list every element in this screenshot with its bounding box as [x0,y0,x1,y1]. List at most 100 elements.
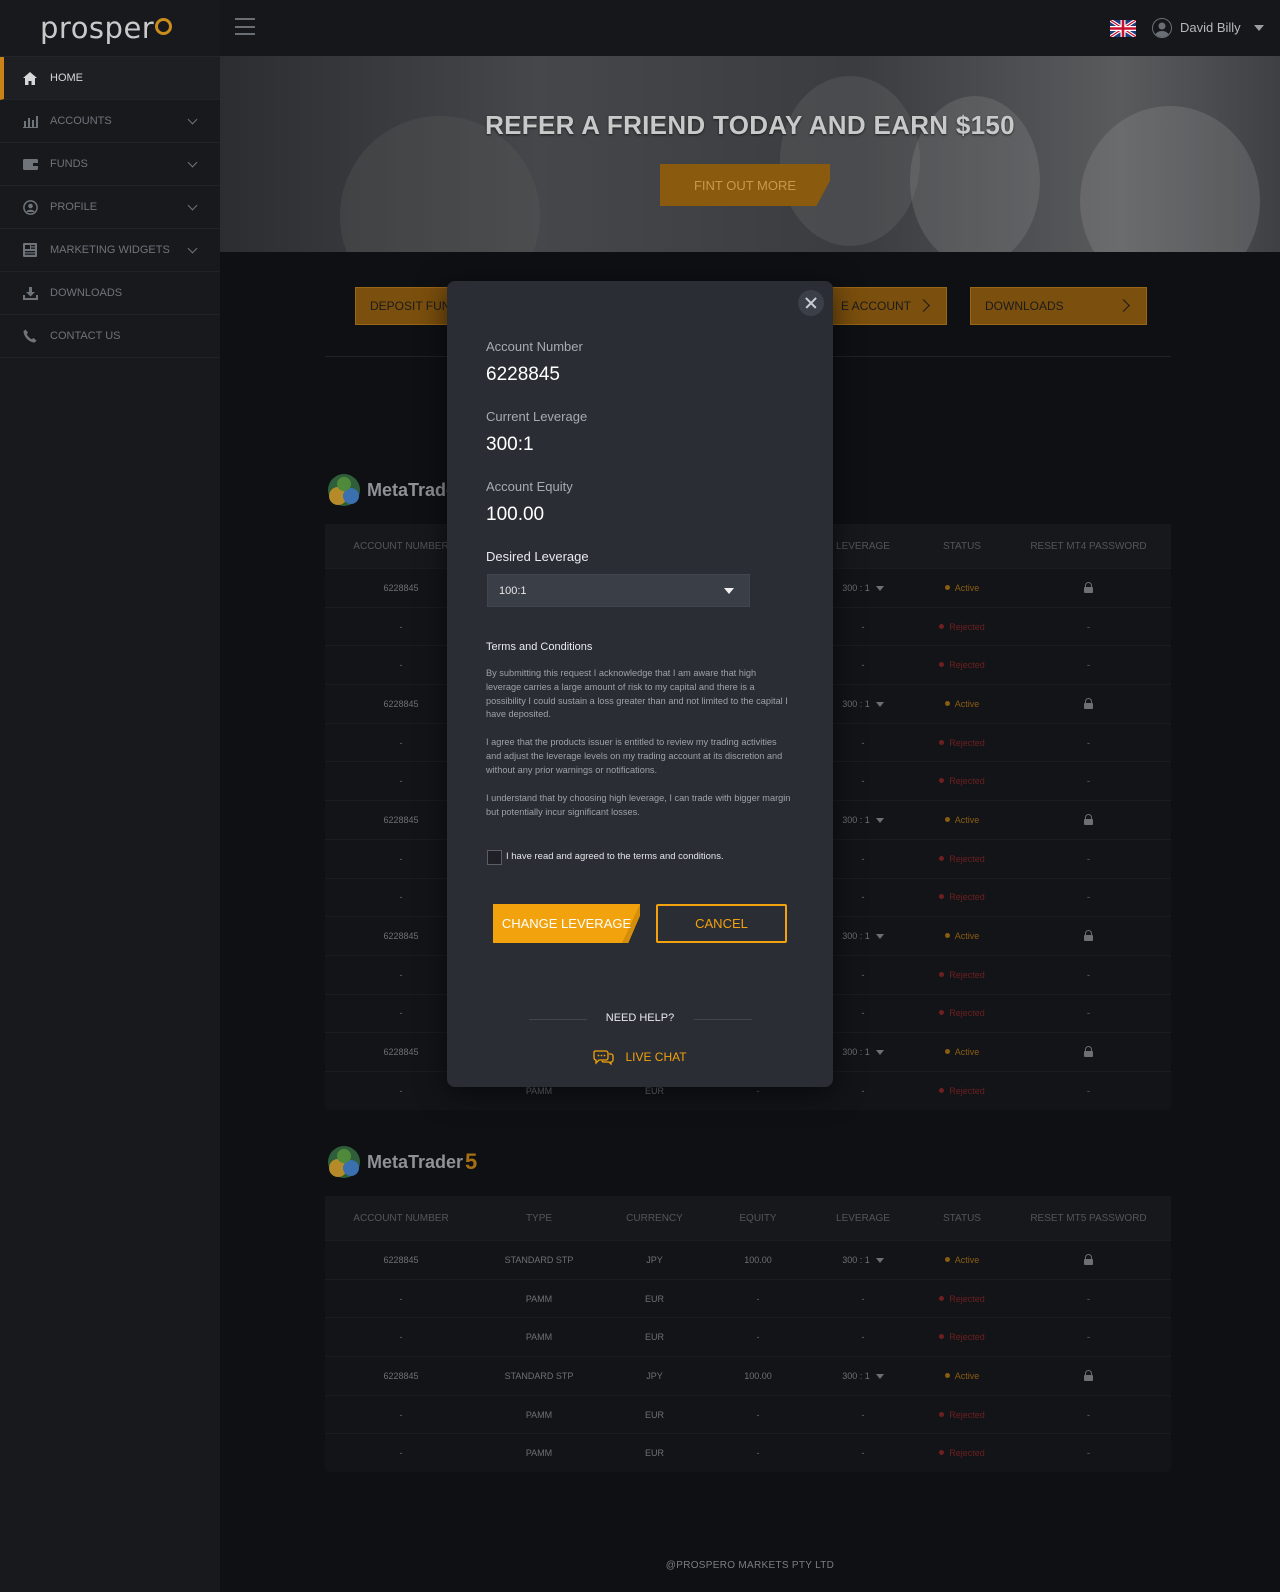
status-badge: Active [918,699,1006,709]
currency-cell: JPY [646,1254,663,1265]
mt5-logo: MetaTrader 5 [325,1144,477,1180]
leverage-cell: - [808,1294,918,1304]
caret-down-icon[interactable] [875,1257,884,1263]
status-badge: Active [918,931,1006,941]
status-text: Active [954,582,980,593]
reset-password-cell[interactable] [1006,1253,1171,1266]
table-body: 6228845 STANDARD STP JPY 100.00 300 : 1 Activ… [325,1240,1171,1472]
leverage-cell[interactable]: 300 : 1 [808,1255,918,1265]
equity-cell: 100.00 [744,1254,772,1265]
status-text: Active [954,698,980,709]
hamburger-menu-icon[interactable] [235,18,255,35]
caret-down-icon[interactable] [875,1050,884,1056]
lock-icon[interactable] [1084,581,1093,593]
equity-cell: - [756,1409,760,1420]
currency-cell: EUR [644,1085,664,1096]
desired-leverage-select[interactable]: 100:1 [487,574,750,607]
status-badge: Active [918,815,1006,825]
status-badge: Rejected [918,1448,1006,1458]
user-menu-caret-icon[interactable] [1254,25,1264,31]
leverage-value: 300 : 1 [842,931,870,942]
reset-password-cell: - [1006,854,1171,864]
status-text: Rejected [949,1448,985,1459]
sidebar-item-profile[interactable]: PROFILE [0,186,220,229]
status-dot-icon [944,816,950,822]
reset-password-cell[interactable] [1006,697,1171,710]
column-header: LEVERAGE [836,1212,890,1224]
current-leverage-label: Current Leverage [486,409,588,424]
status-dot-icon [944,1049,950,1055]
agree-terms-label[interactable]: I have read and agreed to the terms and … [506,851,724,862]
account-number-cell: - [399,1085,403,1096]
reset-password-cell[interactable] [1006,1046,1171,1058]
logo-mark-icon [155,17,173,35]
change-leverage-button[interactable]: CHANGE LEVERAGE [493,904,640,943]
sidebar-item-marketing-widgets[interactable]: MARKETING WIDGETS [0,229,220,272]
status-badge: Rejected [918,622,1006,632]
caret-down-icon[interactable] [875,934,884,940]
reset-password-cell[interactable] [1006,813,1171,826]
leverage-cell[interactable]: 300 : 1 [808,1371,918,1381]
live-chat-link[interactable]: LIVE CHAT [447,1049,833,1065]
user-name[interactable]: David Billy [1180,20,1241,35]
downloads-button[interactable]: DOWNLOADS [970,287,1147,325]
status-badge: Active [918,1255,1006,1265]
table-row: 6228845 STANDARD STP JPY 100.00 300 : 1 Activ… [325,1240,1171,1279]
uk-flag-icon[interactable] [1110,20,1136,37]
sidebar-item-label: DOWNLOADS [50,287,123,299]
reset-password-cell[interactable] [1006,930,1171,942]
account-equity-label: Account Equity [486,479,573,494]
close-icon[interactable] [798,290,824,316]
brand-logo[interactable]: prosper [0,0,220,57]
avatar-icon[interactable] [1152,18,1172,38]
reset-empty: - [1087,969,1090,980]
reset-password-cell: - [1006,1448,1171,1458]
lock-icon[interactable] [1084,813,1093,825]
sidebar-item-label: CONTACT US [50,330,121,342]
sidebar-item-contact-us[interactable]: CONTACT US [0,315,220,358]
caret-down-icon[interactable] [875,817,884,823]
reset-password-cell[interactable] [1006,1369,1171,1382]
sidebar-item-accounts[interactable]: ACCOUNTS [0,100,220,143]
footer-copyright: @PROSPERO MARKETS PTY LTD [665,1560,835,1571]
status-text: Rejected [949,1332,985,1343]
sidebar-item-home[interactable]: HOME [0,57,220,100]
find-out-more-button[interactable]: FINT OUT MORE [660,164,830,206]
caret-down-icon[interactable] [875,585,884,591]
lock-icon[interactable] [1084,697,1093,709]
status-badge: Active [918,1047,1006,1057]
agree-terms-checkbox[interactable] [487,850,502,865]
chevron-right-icon [917,299,930,312]
currency-cell: JPY [646,1370,663,1381]
app-root: prosper HOME ACCOUNTS FUNDS PROFILE MARKETIN… [0,0,1280,1592]
table-row: - PAMM EUR - - Rejected - [325,1278,1171,1318]
column-header: STATUS [943,540,981,552]
lock-icon[interactable] [1084,1046,1093,1058]
reset-password-cell: - [1006,1086,1171,1096]
newspaper-icon [22,242,38,258]
caret-down-icon[interactable] [875,1373,884,1379]
status-text: Rejected [949,892,985,903]
equity-cell: - [756,1448,760,1459]
status-text: Rejected [949,660,985,671]
lock-icon[interactable] [1084,1253,1093,1265]
status-text: Active [954,1370,980,1381]
leverage-value: - [861,853,865,864]
sidebar-item-funds[interactable]: FUNDS [0,143,220,186]
metatrader-icon [328,474,360,506]
reset-empty: - [1087,1448,1090,1459]
reset-password-cell[interactable] [1006,581,1171,594]
reset-password-cell: - [1006,1332,1171,1342]
lock-icon[interactable] [1084,1369,1093,1381]
reset-empty: - [1087,892,1090,903]
create-account-label: E ACCOUNT [841,299,912,313]
lock-icon[interactable] [1084,930,1093,942]
reset-empty: - [1087,776,1090,787]
reset-empty: - [1087,1293,1090,1304]
sidebar-item-downloads[interactable]: DOWNLOADS [0,272,220,315]
phone-icon [22,328,38,344]
cancel-button[interactable]: CANCEL [656,904,787,943]
caret-down-icon[interactable] [875,701,884,707]
reset-empty: - [1087,1008,1090,1019]
table-header: ACCOUNT NUMBER TYPE CURRENCY EQUITY LEVERAGE… [325,1196,1171,1240]
